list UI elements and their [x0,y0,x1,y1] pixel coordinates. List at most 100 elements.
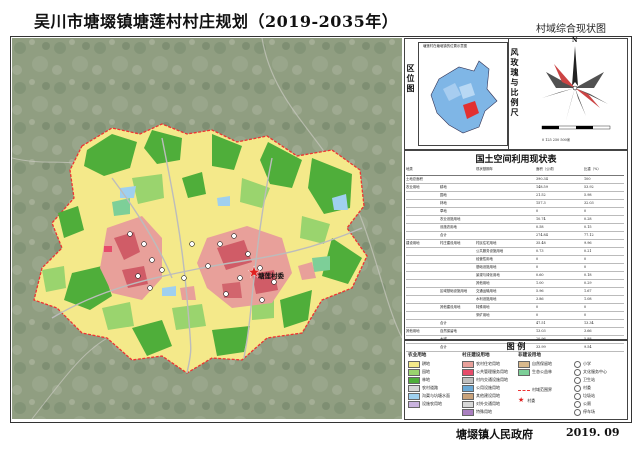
land-table-row: 土地总面积 390.34 100 [406,176,624,184]
location-inset[interactable]: 塘莲村在塘㙍镇的位置示意图 [418,42,508,146]
legend-item: 特殊用地 [462,408,508,416]
land-table-cell: 13.34 [584,321,594,325]
land-table-row: 其他建设用地 特殊用地 0 0 [406,304,624,312]
land-table-row: 合计 47.51 13.34 [406,320,624,328]
land-table-cell: 草地 [440,209,447,213]
land-table-cell: 景观与绿化用地 [476,273,500,277]
legend-item: 园地 [408,368,450,376]
legend-label: 公用设施用地 [476,385,500,390]
land-table-cell: 水利设施用地 [476,297,497,301]
legend-label: 生态公益林 [532,369,552,374]
legend-boundary-swatch [518,389,530,391]
legend-swatch [408,400,420,408]
land-table-cell: 148.59 [536,185,548,189]
land-table-cell: 村民住宅用地 [476,241,497,245]
land-table-cell: 公共服务设施用地 [476,249,504,253]
legend-label: 对外交通用地 [476,401,500,406]
land-table-cell: 1.67 [584,289,592,293]
legend-column-heading: 非建设用地 [518,353,541,358]
land-table-cell: 耕地 [440,185,447,189]
legend-item: 沟渠与坑塘水面 [408,392,450,400]
legend-item: 设施农用地 [408,400,450,408]
legend-label: 小学 [583,361,591,366]
land-table-cell: 274.84 [536,233,548,237]
land-table-cell: 0.28 [584,217,592,221]
land-table-cell: 1.08 [584,297,592,301]
land-table-cell: 采矿用地 [476,313,490,317]
land-table-row: 经营性用地 0 0 [406,256,624,264]
legend-label: 农村道路 [422,385,438,390]
land-table-cell: 13.03 [536,329,546,333]
land-table-cell: 其他用地 [406,329,420,333]
land-table-cell: 合计 [440,233,447,237]
land-table-cell: 村庄建设用地 [440,241,461,245]
land-table-cell: 林地 [440,201,447,205]
land-table-cell: 0 [584,257,587,261]
land-table-cell: 0 [584,265,587,269]
land-table-cell: 3.66 [584,329,592,333]
land-table-header-cell: 比重（%） [584,167,601,171]
land-table-row: 采矿用地 0 0 [406,312,624,320]
legend-swatch [574,376,581,384]
land-table-cell: 157.3 [536,201,546,205]
land-table-body: 土地总面积 390.34 100 农业用地 耕地 148.59 53.92 园地 21.52 5.… [406,176,624,352]
legend-item: 垃圾站 [574,392,607,400]
legend-swatch [408,384,420,392]
legend-swatch [574,360,581,368]
legend-column: 小学 文化服务中心 卫生站 村委 垃圾站 公厕 停车场 [574,352,607,416]
land-table-cell: 0.15 [584,225,592,229]
legend-column-heading: 农业用地 [408,353,427,358]
north-label: N [572,37,578,44]
footer-date: 2019. 09 [566,426,620,439]
map-canvas [12,38,402,419]
legend-item: 耕地 [408,360,450,368]
legend-item: 小学 [574,360,607,368]
land-table-cell: 0 [584,313,587,317]
land-table-cell: 0.18 [584,273,592,277]
land-table-cell: 5.96 [536,289,544,293]
legend-item: 公厕 [574,400,607,408]
land-table-cell: 其他用地 [476,281,490,285]
legend-label: 文化服务中心 [583,369,607,374]
land-table-cell: 5.98 [584,193,592,197]
land-table-row: 基础设施用地 0 0 [406,264,624,272]
village-committee-label: 塘莲村委 [258,272,284,280]
land-table-row: 农业设施用地 10.74 0.28 [406,216,624,224]
legend-label: 卫生站 [583,377,595,382]
wind-rose [541,46,611,130]
legend-item: 卫生站 [574,376,607,384]
land-table-cell: 100 [584,177,591,181]
land-table-header: 地类 现状基期年 面积（公顷） 比重（%） [406,164,624,176]
location-map-label: 区位图 [406,64,416,94]
legend-label: 林地 [422,377,430,382]
land-table-row: 建设用地 村庄建设用地 村民住宅用地 35.48 9.96 [406,240,624,248]
land-table-cell: 0.21 [584,249,592,253]
map-sheet: 吴川市塘㙍镇塘莲村村庄规划（2019-2035年） 村域综合现状图 塘莲村委 区… [0,0,640,452]
info-panel: 区位图 塘莲村在塘㙍镇的位置示意图 风玫瑰与比例尺 N 0 125 250 50… [404,37,628,420]
land-table-cell: 自然保留地 [440,329,457,333]
legend-column: 非建设用地 自然保留地 生态公益林 [518,352,552,376]
legend-label: 农村住宅用地 [476,361,500,366]
land-table: 地类 现状基期年 面积（公顷） 比重（%） 土地总面积 390.34 100 农业用地 耕地 1… [406,164,624,352]
legend-item: 村内交通设施用地 [462,376,508,384]
sheet-title: 吴川市塘㙍镇塘莲村村庄规划（2019-2035年） [34,12,399,31]
legend-swatch [462,368,474,376]
land-table-row: 合计 274.84 77.12 [406,232,624,240]
legend-column: 村庄建设用地 农村住宅用地 公共管理服务用地 村内交通设施用地 公用设施用地 其他建设用地… [462,352,508,416]
legend-swatch [408,376,420,384]
footer-org: 塘㙍镇人民政府 [456,428,533,441]
land-table-cell: 9.96 [584,241,592,245]
legend-swatch [462,400,474,408]
legend-label: 村委 [527,398,536,403]
legend-title: 图 例 [506,341,526,351]
legend-label: 村域范围界 [532,387,552,392]
land-table-header-cell: 面积（公顷） [536,167,557,171]
legend-label: 公厕 [583,401,591,406]
legend-label: 公共管理服务用地 [476,369,508,374]
legend-swatch [462,392,474,400]
legend-item: 公用设施用地 [462,384,508,392]
legend-label: 园地 [422,369,430,374]
land-table-cell: 其他建设用地 [440,305,461,309]
legend-label: 耕地 [422,361,430,366]
land-use-map[interactable]: 塘莲村委 [12,38,402,419]
